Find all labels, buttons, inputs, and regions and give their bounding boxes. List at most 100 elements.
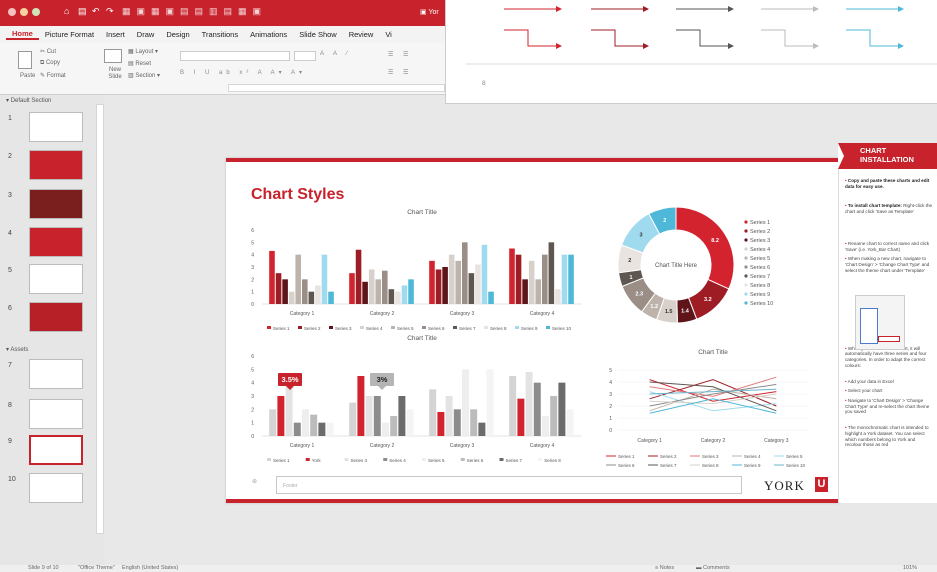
copy-button[interactable]: ⧉ Copy xyxy=(40,60,60,67)
slide-thumbnail-10[interactable] xyxy=(29,473,83,503)
legend-swatch xyxy=(305,458,310,461)
paste-icon[interactable] xyxy=(18,51,32,69)
vertical-ruler xyxy=(96,104,104,534)
notes-button[interactable]: ≡ Notes xyxy=(655,565,674,571)
tab-picture-format[interactable]: Picture Format xyxy=(39,30,100,39)
legend-label: Series 6 xyxy=(750,265,770,271)
instruction-note: • Navigate to 'Chart Design' > 'Change C… xyxy=(845,398,930,415)
slide-thumbnail-6[interactable] xyxy=(29,302,83,332)
x-tick-label: Category 1 xyxy=(637,438,662,444)
quick-access-icons[interactable]: ▦▣▦▣▤▤▥▤▦▣ xyxy=(122,6,267,17)
slice-label: 8.2 xyxy=(711,238,719,244)
tab-slide-show[interactable]: Slide Show xyxy=(293,30,343,39)
legend-swatch xyxy=(744,292,748,296)
legend-swatch xyxy=(391,326,395,329)
tab-view[interactable]: Vi xyxy=(379,30,398,39)
legend-swatch xyxy=(515,326,519,329)
legend-label: Series 8 xyxy=(750,283,770,289)
legend-swatch xyxy=(422,326,426,329)
save-icon[interactable]: ▤ xyxy=(78,6,87,17)
x-tick-label: Category 2 xyxy=(370,443,395,449)
slice-label: 1 xyxy=(629,275,632,281)
tab-home[interactable]: Home xyxy=(6,29,39,40)
instruction-note: • The monochromatic chart is intended to… xyxy=(845,425,929,448)
bar xyxy=(321,254,328,304)
slide-number: 4 xyxy=(8,230,12,237)
slide-thumbnail-2[interactable] xyxy=(29,150,83,180)
section-button[interactable]: ▥ Section ▾ xyxy=(128,72,160,79)
legend-label: Series 9 xyxy=(750,292,770,298)
footer-text: Footer xyxy=(283,483,298,489)
instruction-note: • Copy and paste these charts and edit d… xyxy=(845,178,930,189)
ribbon-tabs: Home Picture Format Insert Draw Design T… xyxy=(0,26,445,43)
bar xyxy=(509,248,515,304)
bar xyxy=(277,396,285,436)
language[interactable]: English (United States) xyxy=(122,565,178,571)
doughnut-center-title: Chart Title Here xyxy=(655,263,698,269)
legend-label: Series 2 xyxy=(750,229,770,235)
tab-draw[interactable]: Draw xyxy=(131,30,161,39)
font-family-select[interactable] xyxy=(180,51,290,61)
tab-transitions[interactable]: Transitions xyxy=(196,30,244,39)
slide-thumbnail-8[interactable] xyxy=(29,399,83,429)
section-default[interactable]: ▾ Default Section xyxy=(6,97,51,104)
maximize-window-button[interactable] xyxy=(32,8,40,16)
slide-thumbnail-4[interactable] xyxy=(29,227,83,257)
legend-swatch xyxy=(744,220,748,224)
font-size-select[interactable] xyxy=(294,51,316,61)
y-tick-label: 3 xyxy=(251,265,254,271)
slide-counter: Slide 9 of 10 xyxy=(28,565,59,571)
redo-icon[interactable]: ↷ xyxy=(106,6,114,17)
font-grow-icons[interactable]: A A ⁄ xyxy=(320,51,351,57)
legend-label: Series 3 xyxy=(750,238,770,244)
comments-button[interactable]: ▬ Comments xyxy=(696,565,730,571)
bar xyxy=(382,270,388,304)
x-tick-label: Category 3 xyxy=(450,443,475,449)
slide[interactable]: Chart Styles ⊕ Footer YORK U Chart Title… xyxy=(226,158,838,503)
format-painter-button[interactable]: ✎ Format xyxy=(40,72,66,79)
tab-review[interactable]: Review xyxy=(343,30,380,39)
tab-design[interactable]: Design xyxy=(160,30,195,39)
legend-label: Series 5 xyxy=(428,458,445,463)
cut-button[interactable]: ✂ Cut xyxy=(40,48,56,55)
paste-button[interactable]: Paste xyxy=(20,73,35,79)
slide-thumbnail-5[interactable] xyxy=(29,264,83,294)
layout-button[interactable]: ▦ Layout ▾ xyxy=(128,48,158,55)
slide-thumbnail-1[interactable] xyxy=(29,112,83,142)
charts-layer[interactable]: Chart Title 0 1 2 3 4 5 6 Category 1 Category 2 Ca… xyxy=(226,158,838,473)
bar xyxy=(401,285,408,304)
legend-swatch xyxy=(267,326,271,329)
tab-insert[interactable]: Insert xyxy=(100,30,131,39)
bar xyxy=(406,409,414,436)
bar xyxy=(528,260,535,304)
section-assets[interactable]: ▾ Assets xyxy=(6,346,28,353)
list-icons[interactable]: ☰ ☰ xyxy=(388,51,412,58)
legend-label: Series 4 xyxy=(750,247,770,253)
slide-thumbnail-9[interactable] xyxy=(29,435,83,465)
legend-label: Series 3 xyxy=(351,458,368,463)
close-window-button[interactable] xyxy=(8,8,16,16)
zoom-level[interactable]: 101% xyxy=(903,565,917,571)
legend-label: Series 1 xyxy=(273,326,290,331)
align-icons[interactable]: ☰ ☰ xyxy=(388,69,412,76)
slide-thumbnail-3[interactable] xyxy=(29,189,83,219)
tab-animations[interactable]: Animations xyxy=(244,30,293,39)
undo-icon[interactable]: ↶ xyxy=(92,6,100,17)
footer-placeholder[interactable]: Footer xyxy=(276,476,742,494)
callout-label: 3.5% xyxy=(281,375,298,384)
legend-label: Series 10 xyxy=(552,326,572,331)
minimize-window-button[interactable] xyxy=(20,8,28,16)
slide-number: 10 xyxy=(8,476,16,483)
text-format-icons[interactable]: B I U ab x² A A▾ A▾ xyxy=(180,69,306,76)
home-icon[interactable]: ⌂ xyxy=(64,6,69,16)
legend-label: Series 6 xyxy=(467,458,484,463)
new-slide-button[interactable]: New Slide xyxy=(104,67,126,80)
new-slide-icon[interactable] xyxy=(104,49,122,63)
bar xyxy=(525,372,533,436)
doughnut-slice xyxy=(675,206,735,290)
legend-swatch xyxy=(422,458,426,461)
slide-preview-overlay: 8 xyxy=(445,0,937,104)
bar xyxy=(269,250,275,304)
reset-button[interactable]: ▤ Reset xyxy=(128,60,151,67)
slide-thumbnail-7[interactable] xyxy=(29,359,83,389)
